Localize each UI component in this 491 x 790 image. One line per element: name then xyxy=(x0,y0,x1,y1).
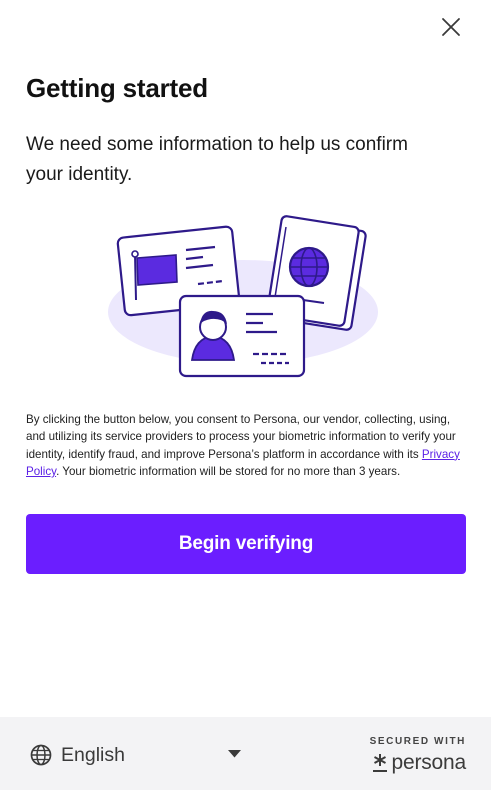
secured-label: SECURED WITH xyxy=(369,736,466,747)
begin-verifying-button[interactable]: Begin verifying xyxy=(26,514,466,574)
footer: English SECURED WITH persona xyxy=(0,717,491,790)
language-label: English xyxy=(61,743,125,766)
consent-text-end: . Your biometric information will be sto… xyxy=(56,465,401,479)
consent-text: By clicking the button below, you consen… xyxy=(26,411,470,481)
brand-name: persona xyxy=(391,751,467,774)
consent-text-start: By clicking the button below, you consen… xyxy=(26,413,456,461)
close-button[interactable] xyxy=(436,12,466,42)
chevron-down-icon xyxy=(228,750,241,758)
secured-with-badge: SECURED WITH persona xyxy=(356,736,467,775)
language-select[interactable]: English xyxy=(30,741,250,769)
page-title: Getting started xyxy=(26,73,208,103)
asterisk-logo-icon xyxy=(372,754,387,772)
intro-text: We need some information to help us conf… xyxy=(26,134,408,185)
globe-icon xyxy=(30,744,52,766)
close-icon xyxy=(442,18,460,36)
id-card-front-icon xyxy=(178,294,306,378)
id-documents-illustration xyxy=(103,212,383,382)
persona-logo: persona xyxy=(356,751,466,775)
